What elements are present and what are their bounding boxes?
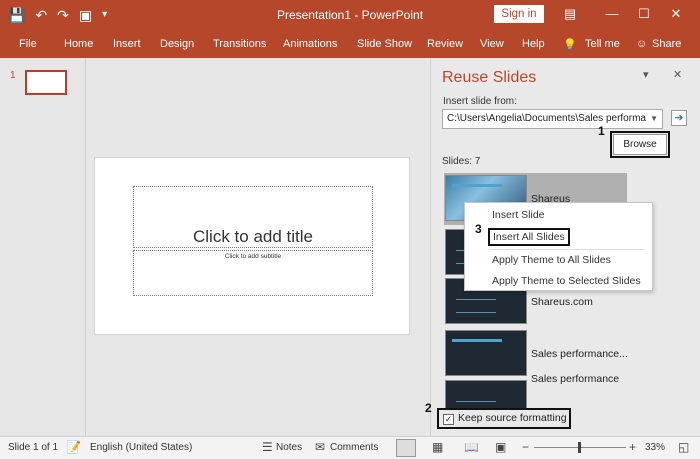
- checkbox-checked-icon[interactable]: ✓: [443, 414, 454, 425]
- menu-item-apply-theme-selected[interactable]: Apply Theme to Selected Slides: [492, 275, 641, 287]
- share-icon: ☺: [636, 38, 648, 50]
- slide-number: 1: [10, 70, 16, 81]
- notes-icon: ☰: [262, 440, 273, 454]
- context-menu: Insert Slide Insert All Slides Apply The…: [464, 202, 653, 291]
- subtitle-placeholder-text: Click to add subtitle: [224, 253, 282, 260]
- menu-item-apply-theme-all[interactable]: Apply Theme to All Slides: [492, 254, 611, 266]
- zoom-out-icon[interactable]: −: [522, 440, 529, 454]
- pane-options-icon[interactable]: ▾: [643, 68, 649, 81]
- zoom-slider-knob[interactable]: [578, 442, 581, 453]
- slide-canvas[interactable]: Click to add title Click to add subtitle: [94, 157, 410, 335]
- tab-file[interactable]: File: [19, 38, 37, 50]
- keep-source-formatting-checkbox[interactable]: ✓ Keep source formatting: [437, 408, 571, 429]
- tab-animations[interactable]: Animations: [283, 38, 337, 50]
- menu-item-insert-all-slides[interactable]: Insert All Slides: [488, 228, 570, 246]
- chevron-down-icon[interactable]: ▼: [650, 110, 658, 128]
- source-path-value: C:\Users\Angelia\Documents\Sales perform…: [447, 113, 646, 124]
- ribbon-display-icon[interactable]: ▤: [558, 4, 582, 24]
- zoom-level[interactable]: 33%: [645, 442, 665, 453]
- keep-source-formatting-label: Keep source formatting: [458, 412, 567, 424]
- source-slide-thumbnail[interactable]: [445, 330, 527, 376]
- slides-count: Slides: 7: [442, 156, 481, 167]
- thumb-line: [452, 184, 502, 187]
- notes-button[interactable]: Notes: [276, 442, 302, 453]
- slide-show-icon[interactable]: ▣: [495, 440, 506, 454]
- tell-me-box[interactable]: Tell me: [585, 38, 620, 50]
- browse-button[interactable]: Browse: [610, 131, 670, 158]
- zoom-in-icon[interactable]: +: [629, 440, 636, 454]
- source-slide-label: Sales performance: [531, 373, 620, 385]
- callout-2: 2: [425, 401, 432, 415]
- tab-transitions[interactable]: Transitions: [213, 38, 266, 50]
- pane-close-icon[interactable]: ✕: [673, 68, 682, 81]
- lightbulb-icon: 💡: [563, 39, 577, 51]
- source-slide-label: Sales performance...: [531, 348, 628, 360]
- close-icon[interactable]: ✕: [664, 4, 688, 24]
- maximize-icon[interactable]: ☐: [632, 4, 656, 24]
- sign-in-button[interactable]: Sign in: [494, 5, 544, 23]
- title-placeholder[interactable]: Click to add title: [133, 186, 373, 248]
- source-path-combobox[interactable]: C:\Users\Angelia\Documents\Sales perform…: [442, 109, 663, 129]
- redo-icon[interactable]: ↷: [57, 6, 69, 24]
- ribbon-tabs: File Home Insert Design Transitions Anim…: [0, 32, 700, 58]
- slide-info: Slide 1 of 1: [8, 442, 59, 453]
- customize-icon[interactable]: ▾: [102, 6, 107, 24]
- tab-review[interactable]: Review: [427, 38, 463, 50]
- insert-from-label: Insert slide from:: [443, 96, 517, 107]
- thumb-shape: [456, 299, 496, 313]
- fit-to-window-icon[interactable]: ◱: [678, 440, 689, 454]
- tab-slide-show[interactable]: Slide Show: [357, 38, 412, 50]
- status-bar: Slide 1 of 1 📝 English (United States) ☰…: [0, 436, 700, 459]
- tab-home[interactable]: Home: [64, 38, 93, 50]
- save-icon[interactable]: 💾: [8, 6, 25, 24]
- slide-editor: Click to add title Click to add subtitle: [86, 58, 430, 436]
- tab-help[interactable]: Help: [522, 38, 545, 50]
- callout-3: 3: [475, 222, 482, 236]
- present-icon[interactable]: ▣: [79, 6, 92, 24]
- minimize-icon[interactable]: —: [600, 4, 624, 24]
- title-placeholder-text: Click to add title: [193, 227, 313, 246]
- reading-view-icon[interactable]: 📖: [464, 440, 479, 454]
- normal-view-icon[interactable]: [396, 439, 416, 457]
- tab-design[interactable]: Design: [160, 38, 194, 50]
- comments-button[interactable]: Comments: [330, 442, 378, 453]
- source-slide-label: Shareus.com: [531, 296, 593, 308]
- go-arrow-icon[interactable]: ➜: [671, 110, 687, 126]
- callout-1: 1: [598, 124, 605, 138]
- pane-title: Reuse Slides: [442, 69, 537, 86]
- thumb-line: [452, 339, 502, 342]
- quick-access-toolbar: 💾 ↶ ↷ ▣ ▾: [8, 6, 107, 24]
- spell-check-icon[interactable]: 📝: [66, 440, 81, 454]
- subtitle-placeholder[interactable]: Click to add subtitle: [133, 250, 373, 296]
- tab-insert[interactable]: Insert: [113, 38, 141, 50]
- share-button[interactable]: Share: [652, 38, 681, 50]
- slide-thumbnail[interactable]: [25, 70, 67, 95]
- slide-sorter-icon[interactable]: ▦: [432, 440, 443, 454]
- title-bar: 💾 ↶ ↷ ▣ ▾ Presentation1 - PowerPoint Sig…: [0, 0, 700, 32]
- menu-item-insert-slide[interactable]: Insert Slide: [492, 209, 545, 221]
- undo-icon[interactable]: ↶: [35, 6, 47, 24]
- tab-view[interactable]: View: [480, 38, 504, 50]
- slide-thumbnail-pane: 1: [0, 58, 86, 436]
- comments-icon: ✉: [315, 440, 326, 454]
- language-status[interactable]: English (United States): [90, 442, 192, 453]
- menu-separator: [489, 249, 645, 250]
